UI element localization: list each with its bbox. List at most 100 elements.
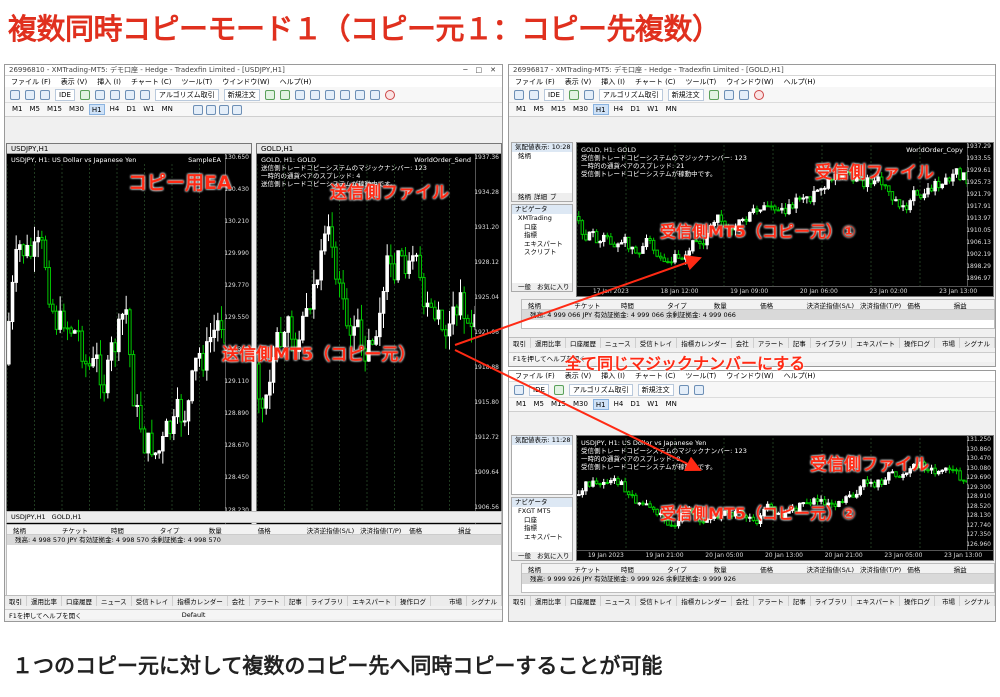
tf-w1[interactable]: W1 — [141, 104, 156, 115]
zoom-in-icon[interactable] — [678, 384, 689, 395]
menu-insert[interactable]: 挿入 (I) — [601, 77, 625, 87]
column-header[interactable]: 数量 — [203, 525, 252, 535]
tf-m5[interactable]: M5 — [532, 104, 547, 115]
tf-m30[interactable]: M30 — [67, 104, 86, 115]
tf-mn[interactable]: MN — [160, 104, 175, 115]
terminal-tab[interactable]: 指標カレンダー — [677, 596, 732, 606]
terminal-tab[interactable]: 運用比率 — [27, 596, 62, 606]
terminal-tab[interactable]: 記事 — [789, 338, 811, 348]
tf-mn[interactable]: MN — [664, 104, 679, 115]
menu-file[interactable]: ファイル (F) — [11, 77, 51, 87]
nav-broker[interactable]: XMTrading — [512, 214, 572, 223]
text-tool-icon[interactable] — [231, 104, 242, 115]
menu-file[interactable]: ファイル (F) — [515, 371, 555, 381]
candle-icon[interactable] — [279, 89, 290, 100]
terminal-tab[interactable]: 会社 — [732, 338, 754, 348]
nav-experts[interactable]: エキスパート — [512, 533, 572, 542]
column-header[interactable]: 損益 — [452, 525, 501, 535]
tf-d1[interactable]: D1 — [628, 104, 642, 115]
terminal-tab[interactable]: 口座履歴 — [566, 596, 601, 606]
zoom-in-icon[interactable] — [723, 89, 734, 100]
column-header[interactable]: チケット — [568, 564, 614, 574]
terminal-tab[interactable]: 指標カレンダー — [173, 596, 228, 606]
column-header[interactable]: チケット — [56, 525, 105, 535]
watch-tab-more[interactable]: ブ — [550, 193, 557, 202]
column-header[interactable]: 決済指値(T/P) — [854, 564, 901, 574]
nav-tab-favorites[interactable]: お気に入り — [537, 283, 570, 292]
tf-m30[interactable]: M30 — [571, 399, 590, 410]
column-header[interactable]: タイプ — [661, 564, 707, 574]
zoom-out-icon[interactable] — [309, 89, 320, 100]
column-header[interactable]: 決済指値(T/P) — [854, 300, 901, 310]
menu-chart[interactable]: チャート (C) — [131, 77, 172, 87]
terminal-tab[interactable]: アラート — [754, 338, 789, 348]
column-header[interactable]: 数量 — [708, 564, 754, 574]
terminal-tab[interactable]: ライブラリ — [307, 596, 349, 606]
menu-help[interactable]: ヘルプ(H) — [280, 77, 312, 87]
nav-accounts[interactable]: 口座 — [512, 516, 572, 525]
close-icon[interactable]: ✕ — [490, 66, 496, 74]
nav-scripts[interactable]: スクリプト — [512, 248, 572, 257]
terminal-tab[interactable]: 受信トレイ — [132, 596, 174, 606]
buy-icon[interactable] — [264, 89, 275, 100]
new-chart-icon[interactable] — [529, 89, 539, 100]
algo-trading-button[interactable]: アルゴリズム取引 — [568, 383, 633, 396]
tf-m5[interactable]: M5 — [532, 399, 547, 410]
nav-broker[interactable]: FXGT MT5 — [512, 507, 572, 516]
column-header[interactable]: 価格 — [403, 525, 452, 535]
tf-m30[interactable]: M30 — [571, 104, 590, 115]
tf-d1[interactable]: D1 — [628, 399, 642, 410]
chart-tab-gold[interactable]: GOLD,H1 — [52, 513, 82, 521]
terminal-tab[interactable]: 操作ログ — [396, 596, 431, 606]
chart-type-icon[interactable] — [514, 384, 524, 395]
terminal-tab[interactable]: 会社 — [228, 596, 250, 606]
column-header[interactable]: 時間 — [615, 300, 661, 310]
column-header[interactable]: 時間 — [105, 525, 154, 535]
navigator-icon[interactable] — [583, 89, 594, 100]
market-tab[interactable]: 市場 — [938, 338, 960, 348]
notification-icon[interactable] — [384, 89, 395, 100]
terminal-tab[interactable]: 取引 — [509, 338, 531, 348]
nav-indicators[interactable]: 指標 — [512, 231, 572, 240]
new-chart-icon[interactable] — [25, 89, 35, 100]
tf-m1[interactable]: M1 — [514, 399, 529, 410]
lock-icon[interactable] — [553, 384, 564, 395]
terminal-tab[interactable]: 会社 — [732, 596, 754, 606]
menu-chart[interactable]: チャート (C) — [635, 77, 676, 87]
maximize-icon[interactable]: □ — [476, 66, 483, 74]
screenshot-icon[interactable] — [369, 89, 380, 100]
line-tool-icon[interactable] — [205, 104, 216, 115]
tf-h4[interactable]: H4 — [612, 104, 626, 115]
new-order-button[interactable]: 新規注文 — [223, 88, 260, 101]
chart-type-icon[interactable] — [10, 89, 20, 100]
nav-tab-common[interactable]: 一般 — [518, 283, 531, 292]
tf-mn[interactable]: MN — [664, 399, 679, 410]
column-header[interactable]: チケット — [568, 300, 614, 310]
terminal-tab[interactable]: 指標カレンダー — [677, 338, 732, 348]
column-header[interactable]: 決済逆指値(S/L) — [801, 300, 855, 310]
autoscroll-icon[interactable] — [339, 89, 350, 100]
column-header[interactable]: 価格 — [754, 564, 800, 574]
tf-d1[interactable]: D1 — [124, 104, 138, 115]
lock-icon[interactable] — [568, 89, 579, 100]
tf-w1[interactable]: W1 — [645, 399, 660, 410]
nav-experts[interactable]: エキスパート — [512, 240, 572, 249]
column-header[interactable]: 決済逆指値(S/L) — [801, 564, 855, 574]
tf-h1[interactable]: H1 — [88, 104, 105, 115]
new-order-button[interactable]: 新規注文 — [637, 383, 674, 396]
menu-window[interactable]: ウインドウ(W) — [726, 77, 773, 87]
algo-trading-button[interactable]: アルゴリズム取引 — [154, 88, 219, 101]
menu-help[interactable]: ヘルプ(H) — [784, 77, 816, 87]
column-header[interactable]: 価格 — [754, 300, 800, 310]
tf-m15[interactable]: M15 — [45, 104, 64, 115]
profiles-icon[interactable] — [40, 89, 50, 100]
terminal-tab[interactable]: 取引 — [5, 596, 27, 606]
column-header[interactable]: 決済指値(T/P) — [354, 525, 403, 535]
column-header[interactable]: 決済逆指値(S/L) — [301, 525, 355, 535]
terminal-tab[interactable]: ニュース — [97, 596, 132, 606]
market-tab[interactable]: 市場 — [938, 596, 960, 606]
column-header[interactable]: 価格 — [252, 525, 301, 535]
tf-h1[interactable]: H1 — [592, 399, 609, 410]
terminal-tab[interactable]: 操作ログ — [900, 338, 935, 348]
terminal-tab[interactable]: 記事 — [285, 596, 307, 606]
